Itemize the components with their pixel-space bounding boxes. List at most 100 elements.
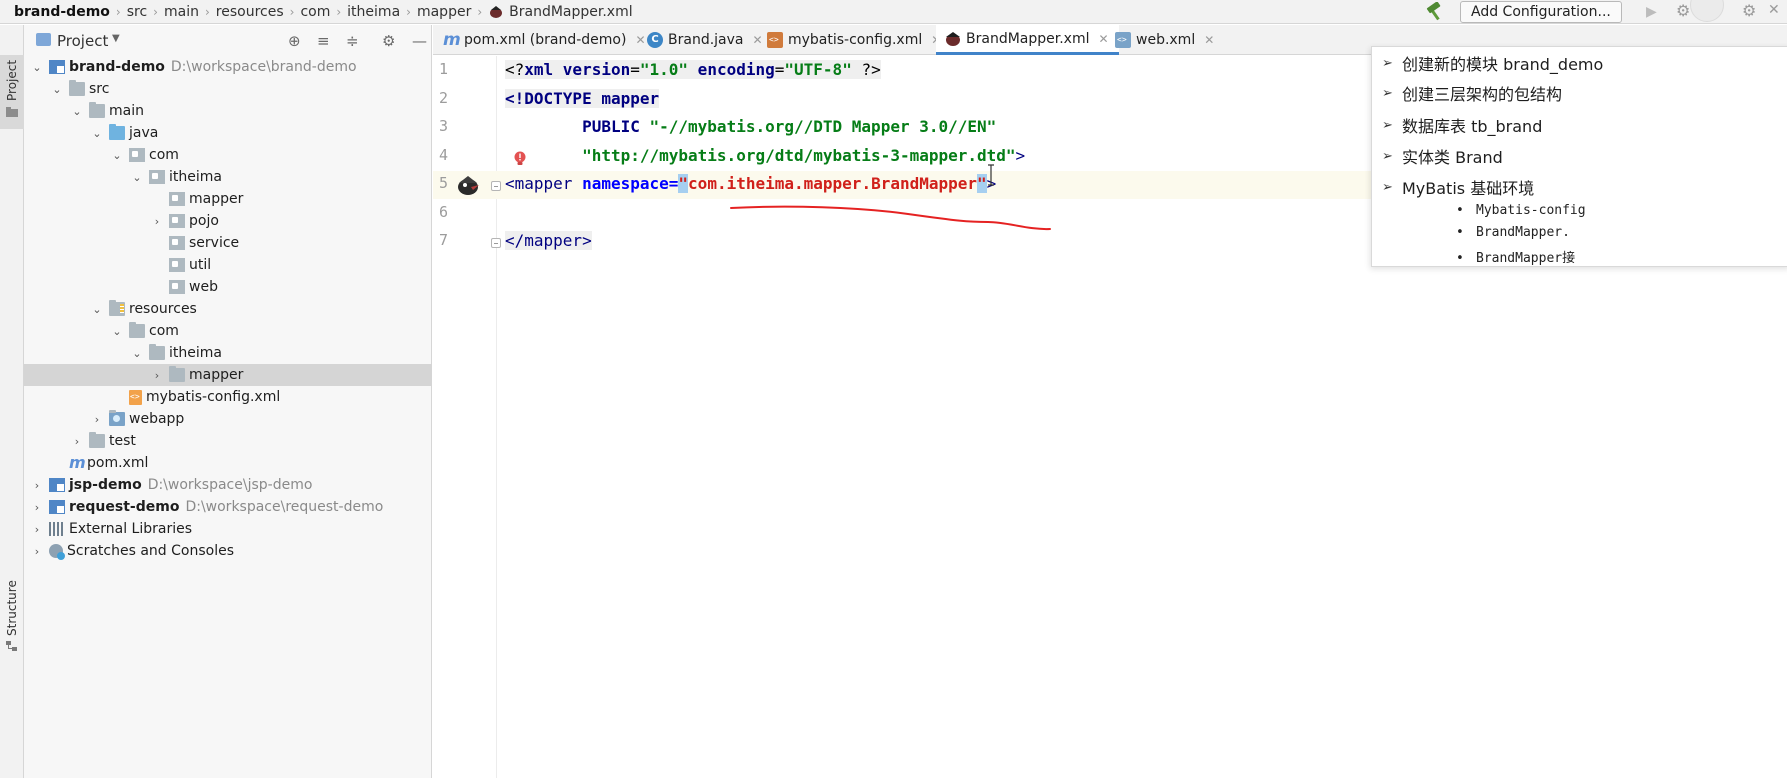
fold-marker-icon[interactable] <box>491 238 501 248</box>
gear-icon[interactable]: ⚙ <box>1676 1 1690 20</box>
breadcrumb-item-resources[interactable]: resources <box>216 4 284 20</box>
project-tool-button[interactable]: Project <box>0 55 24 129</box>
outline-item[interactable]: ➢ 数据库表 tb_brand <box>1382 113 1542 137</box>
locate-file-icon[interactable]: ⊕ <box>288 32 301 50</box>
chevron-right-icon[interactable]: › <box>30 501 44 514</box>
tree-item-path: D:\workspace\request-demo <box>185 499 384 515</box>
tree-item-src[interactable]: ⌄ src <box>24 78 432 100</box>
tree-item-label: mapper <box>189 367 244 383</box>
tree-item-service[interactable]: service <box>24 232 432 254</box>
tree-item-test[interactable]: › test <box>24 430 432 452</box>
outline-item[interactable]: ➢ 创建新的模块 brand_demo <box>1382 51 1603 75</box>
structure-tool-button[interactable]: Structure <box>0 580 24 655</box>
tree-item-itheima[interactable]: ⌄ itheima <box>24 166 432 188</box>
chevron-right-icon: ➢ <box>1382 85 1393 101</box>
tree-item-jsp-demo[interactable]: › jsp-demo D:\workspace\jsp-demo <box>24 474 432 496</box>
line-number: 7 <box>438 231 448 249</box>
tree-item-mybatis-config[interactable]: mybatis-config.xml <box>24 386 432 408</box>
breadcrumb-item-project[interactable]: brand-demo <box>14 4 110 20</box>
close-icon[interactable]: ✕ <box>635 33 645 47</box>
chevron-right-icon: › <box>406 4 411 19</box>
chevron-down-icon[interactable]: ▼ <box>112 33 120 44</box>
chevron-down-icon[interactable]: ⌄ <box>90 127 104 140</box>
chevron-right-icon: › <box>115 4 121 19</box>
project-view-selector[interactable]: Project <box>57 32 108 50</box>
tree-item-util[interactable]: util <box>24 254 432 276</box>
tree-item-web[interactable]: web <box>24 276 432 298</box>
run-icon[interactable]: ▶ <box>1646 4 1657 20</box>
build-hammer-icon[interactable] <box>1424 2 1446 22</box>
tree-item-brand-demo[interactable]: ⌄ brand-demo D:\workspace\brand-demo <box>24 56 432 78</box>
tree-item-resources[interactable]: ⌄ resources <box>24 298 432 320</box>
breadcrumb-item-src[interactable]: src <box>127 4 147 20</box>
breadcrumb-item-mapper[interactable]: mapper <box>417 4 471 20</box>
tree-item-pojo[interactable]: › pojo <box>24 210 432 232</box>
tree-item-scratches[interactable]: › Scratches and Consoles <box>24 540 432 562</box>
collapse-all-icon[interactable]: ≑ <box>346 32 359 50</box>
chevron-right-icon[interactable]: › <box>30 545 44 558</box>
tree-item-label: mapper <box>189 191 244 207</box>
breadcrumb-item-main[interactable]: main <box>164 4 199 20</box>
chevron-right-icon[interactable]: › <box>30 479 44 492</box>
tab-mybatis-config[interactable]: mybatis-config.xml ✕ <box>767 25 941 55</box>
chevron-right-icon[interactable]: › <box>150 215 164 228</box>
chevron-down-icon[interactable]: ⌄ <box>50 83 64 96</box>
tab-label: pom.xml (brand-demo) <box>464 32 627 48</box>
tree-item-mapper-package[interactable]: mapper <box>24 188 432 210</box>
fold-marker-icon[interactable] <box>491 181 501 191</box>
chevron-down-icon[interactable]: ⌄ <box>70 105 84 118</box>
chevron-right-icon: › <box>477 4 483 19</box>
chevron-down-icon[interactable]: ⌄ <box>30 61 44 74</box>
tree-item-resources-itheima[interactable]: ⌄ itheima <box>24 342 432 364</box>
expand-all-icon[interactable]: ≡ <box>317 32 330 50</box>
close-icon[interactable]: ✕ <box>1204 33 1214 47</box>
chevron-right-icon[interactable]: › <box>70 435 84 448</box>
code-line-2: <!DOCTYPE mapper <box>505 89 660 108</box>
tab-pom-xml[interactable]: m pom.xml (brand-demo) ✕ <box>443 25 646 55</box>
tree-item-resources-mapper[interactable]: › mapper <box>24 364 432 386</box>
tab-brandmapper-xml[interactable]: BrandMapper.xml ✕ <box>936 25 1119 55</box>
close-icon[interactable]: ✕ <box>1768 2 1780 18</box>
outline-subitem[interactable]: • BrandMapper接 <box>1456 247 1575 266</box>
chevron-down-icon[interactable]: ⌄ <box>110 325 124 338</box>
outline-subitem[interactable]: • Mybatis-config <box>1456 203 1586 218</box>
tree-item-java[interactable]: ⌄ java <box>24 122 432 144</box>
settings-gear-icon[interactable]: ⚙ <box>1742 1 1756 20</box>
chevron-right-icon[interactable]: › <box>150 369 164 382</box>
tree-item-webapp[interactable]: › webapp <box>24 408 432 430</box>
maven-icon: m <box>69 453 86 472</box>
tree-item-com[interactable]: ⌄ com <box>24 144 432 166</box>
breadcrumb-item-com[interactable]: com <box>300 4 330 20</box>
chevron-down-icon[interactable]: ⌄ <box>110 149 124 162</box>
libraries-icon <box>49 522 65 536</box>
outline-subitem[interactable]: • BrandMapper. <box>1456 225 1570 240</box>
project-panel-header: Project ▼ ⊕ ≡ ≑ ⚙ — <box>24 30 432 52</box>
close-icon[interactable]: ✕ <box>752 33 762 47</box>
tree-item-label: pom.xml <box>87 455 149 471</box>
tab-brand-java[interactable]: C Brand.java ✕ <box>647 25 763 55</box>
mybatis-navigation-icon[interactable] <box>456 174 480 196</box>
outline-item[interactable]: ➢ 实体类 Brand <box>1382 144 1503 168</box>
tree-item-resources-com[interactable]: ⌄ com <box>24 320 432 342</box>
tree-item-main[interactable]: ⌄ main <box>24 100 432 122</box>
hide-panel-icon[interactable]: — <box>412 32 427 50</box>
folder-icon <box>89 432 105 448</box>
chevron-right-icon[interactable]: › <box>90 413 104 426</box>
add-configuration-button[interactable]: Add Configuration... <box>1460 1 1622 23</box>
tree-item-pom[interactable]: m pom.xml <box>24 452 432 474</box>
chevron-down-icon[interactable]: ⌄ <box>90 303 104 316</box>
chevron-down-icon[interactable]: ⌄ <box>130 171 144 184</box>
tab-web-xml[interactable]: web.xml ✕ <box>1115 25 1214 55</box>
red-annotation-underline <box>730 205 1051 231</box>
tree-item-external-libraries[interactable]: › External Libraries <box>24 518 432 540</box>
close-icon[interactable]: ✕ <box>1098 32 1108 46</box>
options-gear-icon[interactable]: ⚙ <box>382 32 395 50</box>
breadcrumb-item-itheima[interactable]: itheima <box>347 4 400 20</box>
outline-item[interactable]: ➢ 创建三层架构的包结构 <box>1382 81 1562 105</box>
tree-item-request-demo[interactable]: › request-demo D:\workspace\request-demo <box>24 496 432 518</box>
outline-item[interactable]: ➢ MyBatis 基础环境 <box>1382 175 1534 199</box>
chevron-down-icon[interactable]: ⌄ <box>130 347 144 360</box>
chevron-right-icon[interactable]: › <box>30 523 44 536</box>
tree-item-label: com <box>149 147 179 163</box>
breadcrumb-item-file[interactable]: BrandMapper.xml <box>488 4 633 20</box>
